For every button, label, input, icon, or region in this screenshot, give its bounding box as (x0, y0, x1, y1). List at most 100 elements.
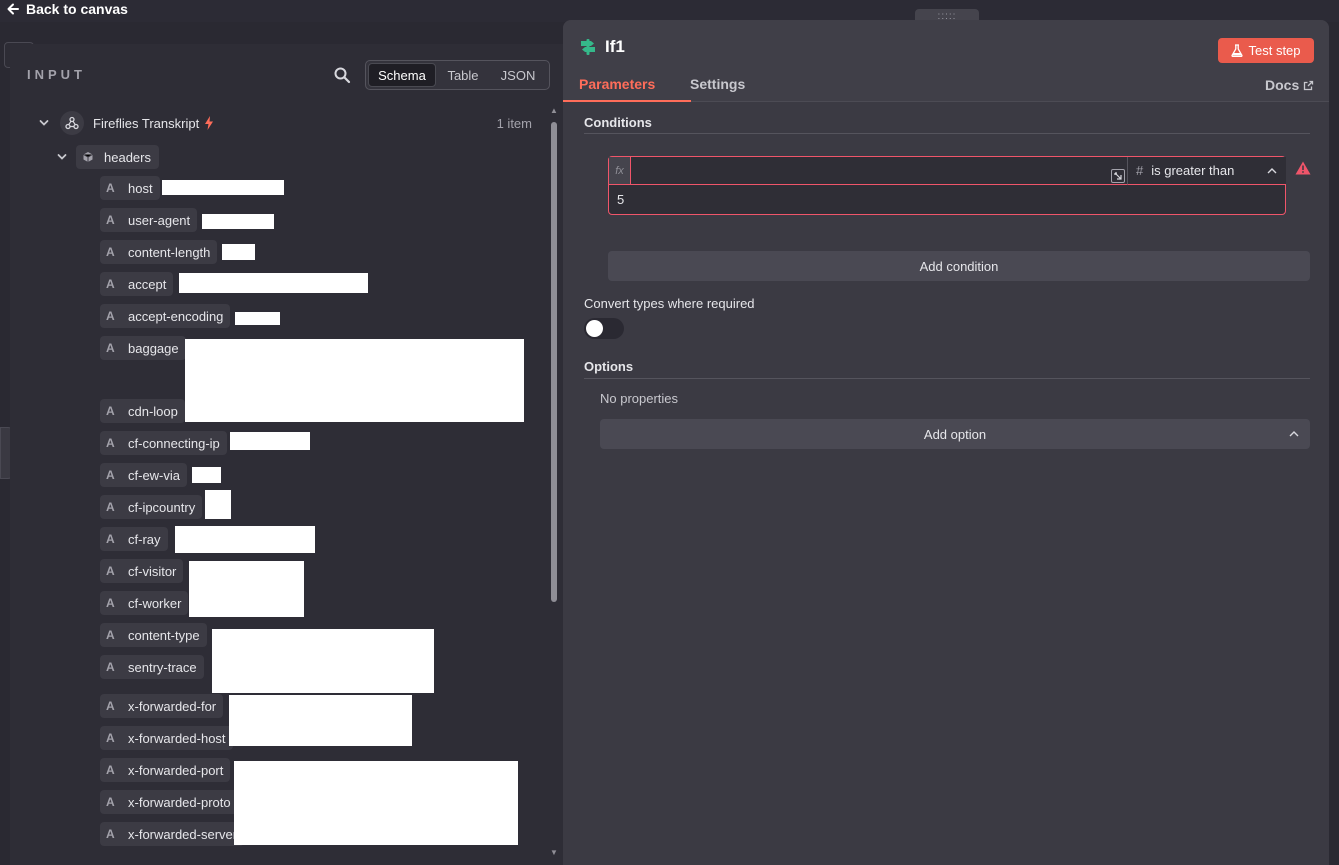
scroll-thumb[interactable] (551, 122, 557, 602)
scroll-up-icon[interactable]: ▲ (549, 106, 559, 116)
redacted-value (192, 467, 221, 483)
view-mode-schema[interactable]: Schema (368, 63, 436, 87)
add-option-label: Add option (923, 426, 987, 442)
string-type-icon: A (106, 404, 115, 418)
schema-field[interactable]: Asentry-trace (100, 655, 204, 679)
schema-field[interactable]: Acdn-loop (100, 399, 185, 423)
schema-field[interactable]: Ahost (100, 176, 160, 200)
input-scrollbar[interactable]: ▲ ▼ (548, 104, 560, 860)
schema-field[interactable]: Aaccept (100, 272, 174, 296)
schema-field[interactable]: Acf-ew-via (100, 463, 188, 487)
redacted-value (212, 629, 434, 693)
back-to-canvas-button[interactable]: Back to canvas (6, 0, 128, 18)
string-type-icon: A (106, 564, 115, 578)
signpost-icon (581, 39, 595, 55)
redacted-value (162, 180, 284, 195)
string-type-icon: A (106, 309, 115, 323)
search-icon[interactable] (333, 66, 351, 84)
string-type-icon: A (106, 500, 115, 514)
schema-field[interactable]: Acf-worker (100, 591, 189, 615)
field-name: accept-encoding (128, 308, 224, 324)
condition-row: fx # is greater than 5 (608, 156, 1286, 215)
string-type-icon: A (106, 628, 115, 642)
schema-field[interactable]: Ax-forwarded-proto (100, 790, 238, 814)
redacted-value (175, 526, 315, 553)
chevron-up-icon (1289, 431, 1299, 437)
string-type-icon: A (106, 660, 115, 674)
input-panel-title: INPUT (27, 67, 86, 82)
schema-field[interactable]: Acf-connecting-ip (100, 431, 227, 455)
source-node-row[interactable]: Fireflies Transkript 1 item (38, 110, 546, 136)
field-name: cdn-loop (128, 403, 178, 419)
field-name: x-forwarded-server (128, 826, 238, 842)
schema-field[interactable]: Abaggage (100, 336, 186, 360)
string-type-icon: A (106, 795, 115, 809)
schema-field[interactable]: Aaccept-encoding (100, 304, 231, 328)
chevron-down-icon[interactable] (38, 117, 50, 129)
no-properties-text: No properties (600, 391, 679, 406)
number-type-icon: # (1136, 163, 1144, 178)
flask-icon (1231, 44, 1244, 57)
options-label: Options (584, 359, 634, 374)
back-to-canvas-label: Back to canvas (26, 1, 128, 17)
string-type-icon: A (106, 763, 115, 777)
scroll-down-icon[interactable]: ▼ (549, 848, 559, 858)
redacted-value (234, 761, 518, 845)
string-type-icon: A (106, 341, 115, 355)
condition-operator-select[interactable]: # is greater than (1127, 157, 1286, 185)
field-name: cf-visitor (128, 563, 177, 579)
convert-types-label: Convert types where required (584, 296, 755, 311)
node-settings-panel: If1 Test step Parameters Settings Docs C… (563, 20, 1329, 865)
docs-link[interactable]: Docs (1265, 77, 1314, 93)
object-name: headers (104, 149, 151, 165)
docs-label: Docs (1265, 77, 1300, 93)
convert-types-toggle[interactable] (584, 318, 624, 339)
field-name: user-agent (128, 212, 191, 228)
redacted-value (202, 214, 274, 229)
view-mode-table[interactable]: Table (436, 63, 490, 87)
schema-field[interactable]: Acontent-type (100, 623, 207, 647)
schema-field[interactable]: Auser-agent (100, 208, 198, 232)
cube-icon (83, 152, 93, 162)
chevron-up-icon (1267, 168, 1277, 174)
fx-icon[interactable]: fx (609, 157, 631, 185)
schema-field[interactable]: Ax-forwarded-host (100, 726, 233, 750)
object-pill[interactable]: headers (76, 145, 159, 169)
test-step-button[interactable]: Test step (1218, 38, 1314, 63)
external-link-icon (1304, 80, 1314, 90)
schema-field[interactable]: Acf-ipcountry (100, 495, 203, 519)
chevron-down-icon[interactable] (56, 151, 68, 163)
string-type-icon: A (106, 827, 115, 841)
add-condition-button[interactable]: Add condition (608, 251, 1310, 281)
field-name: x-forwarded-host (128, 730, 226, 746)
node-title: If1 (579, 37, 625, 57)
field-name: baggage (128, 340, 179, 356)
object-row-headers[interactable]: headers (56, 144, 159, 170)
node-tabs: Parameters Settings (563, 76, 745, 102)
expand-editor-icon[interactable] (1111, 169, 1125, 183)
string-type-icon: A (106, 245, 115, 259)
schema-field[interactable]: Ax-forwarded-port (100, 758, 231, 782)
string-type-icon: A (106, 532, 115, 546)
field-name: x-forwarded-for (128, 698, 217, 714)
node-title-text[interactable]: If1 (605, 37, 625, 57)
field-name: accept (128, 276, 167, 292)
tab-parameters[interactable]: Parameters (563, 76, 691, 102)
item-count: 1 item (496, 115, 532, 131)
node-header: If1 Test step Parameters Settings Docs (563, 20, 1329, 102)
add-option-button[interactable]: Add option (600, 419, 1310, 449)
condition-left-value-input[interactable] (631, 157, 1127, 185)
tab-settings[interactable]: Settings (690, 76, 745, 102)
schema-field[interactable]: Ax-forwarded-for (100, 694, 224, 718)
condition-right-value-input[interactable]: 5 (609, 185, 1285, 214)
redacted-value (205, 490, 231, 519)
schema-field[interactable]: Acontent-length (100, 240, 218, 264)
schema-field[interactable]: Ax-forwarded-server (100, 822, 245, 846)
operator-label: is greater than (1151, 163, 1235, 178)
field-name: cf-connecting-ip (128, 435, 220, 451)
test-step-label: Test step (1248, 43, 1301, 58)
string-type-icon: A (106, 596, 115, 610)
schema-field[interactable]: Acf-ray (100, 527, 168, 551)
view-mode-json[interactable]: JSON (490, 63, 546, 87)
schema-field[interactable]: Acf-visitor (100, 559, 184, 583)
